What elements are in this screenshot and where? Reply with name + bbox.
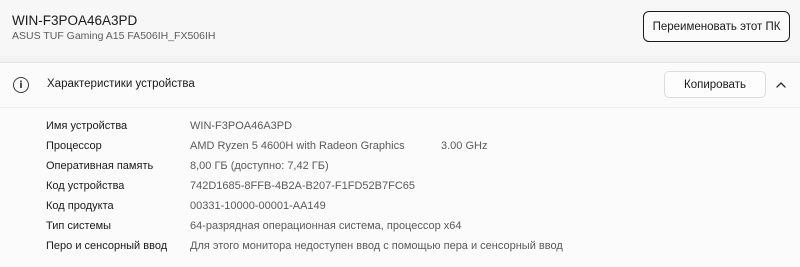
spec-row-product-id: Код продукта 00331-10000-00001-AA149	[0, 198, 800, 218]
copy-button[interactable]: Копировать	[664, 71, 766, 98]
rename-pc-button[interactable]: Переименовать этот ПК	[643, 11, 790, 42]
info-icon: i	[13, 77, 29, 93]
spec-value[interactable]: 64-разрядная операционная система, проце…	[190, 220, 462, 232]
spec-row-system-type: Тип системы 64-разрядная операционная си…	[0, 218, 800, 238]
spec-clock-speed[interactable]: 3.00 GHz	[441, 140, 487, 152]
spec-row-processor: Процессор AMD Ryzen 5 4600H with Radeon …	[0, 138, 800, 158]
spec-label: Перо и сенсорный ввод	[46, 240, 168, 252]
spec-row-device-id: Код устройства 742D1685-8FFB-4B2A-B207-F…	[0, 178, 800, 198]
device-specs-title: Характеристики устройства	[47, 78, 195, 90]
spec-row-pen-touch: Перо и сенсорный ввод Для этого монитора…	[0, 238, 800, 258]
spec-value[interactable]: AMD Ryzen 5 4600H with Radeon Graphics	[190, 140, 405, 152]
spec-label: Оперативная память	[46, 160, 154, 172]
spec-label: Имя устройства	[46, 120, 128, 132]
chevron-up-icon[interactable]	[775, 79, 787, 91]
spec-label: Код устройства	[46, 180, 125, 192]
spec-label: Тип системы	[46, 220, 112, 232]
spec-row-memory: Оперативная память 8,00 ГБ (доступно: 7,…	[0, 158, 800, 178]
spec-value[interactable]: 8,00 ГБ (доступно: 7,42 ГБ)	[190, 160, 329, 172]
spec-value[interactable]: 742D1685-8FFB-4B2A-B207-F1FD52B7FC65	[190, 180, 415, 192]
spec-row-device-name: Имя устройства WIN-F3POA46A3PD	[0, 118, 800, 138]
spec-value[interactable]: Для этого монитора недоступен ввод с пом…	[190, 240, 563, 252]
device-name-card: WIN-F3POA46A3PD ASUS TUF Gaming A15 FA50…	[0, 0, 800, 56]
spec-value[interactable]: 00331-10000-00001-AA149	[190, 200, 326, 212]
spec-label: Процессор	[46, 140, 102, 152]
device-model: ASUS TUF Gaming A15 FA506IH_FX506IH	[12, 30, 216, 42]
device-name: WIN-F3POA46A3PD	[12, 13, 138, 28]
spec-value[interactable]: WIN-F3POA46A3PD	[190, 120, 292, 132]
device-specs-card: i Характеристики устройства Копировать И…	[0, 62, 800, 267]
device-specs-header[interactable]: i Характеристики устройства Копировать	[0, 63, 800, 108]
spec-label: Код продукта	[46, 200, 114, 212]
